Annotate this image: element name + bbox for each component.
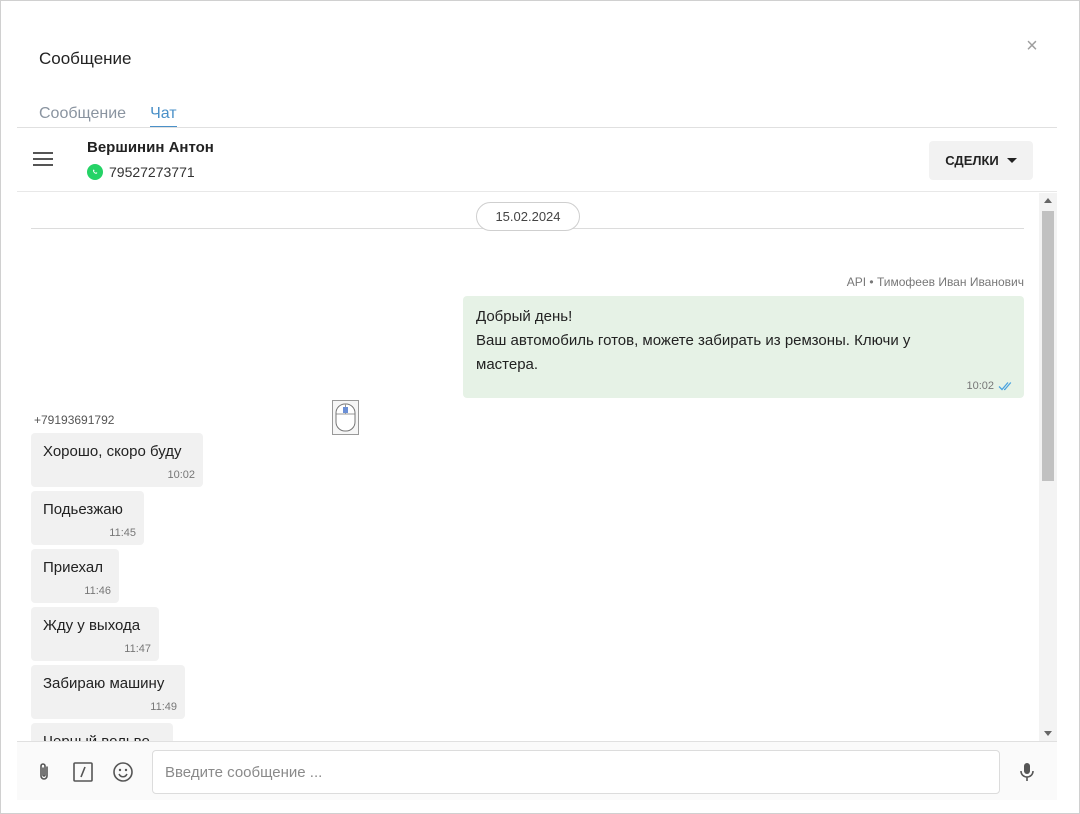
incoming-message: Хорошо, скоро буду 10:02 <box>31 433 203 487</box>
tab-bar: Сообщение Чат <box>39 105 177 128</box>
message-time: 11:47 <box>124 643 151 655</box>
incoming-message: Забираю машину 11:49 <box>31 665 185 719</box>
mouse-cursor-icon <box>332 400 359 435</box>
outgoing-line: мастера. <box>476 356 539 373</box>
tab-chat[interactable]: Чат <box>150 105 177 128</box>
incoming-message: Подьезжаю 11:45 <box>31 491 144 545</box>
message-list: 15.02.2024 API • Тимофеев Иван Иванович … <box>17 193 1057 741</box>
message-input[interactable] <box>152 750 1000 794</box>
close-button[interactable]: × <box>1021 35 1043 57</box>
contact-name: Вершинин Антон <box>87 139 214 156</box>
scroll-up-arrow-icon[interactable] <box>1044 198 1052 203</box>
contact-phone: 79527273771 <box>109 164 195 180</box>
whatsapp-icon <box>87 164 103 180</box>
date-badge: 15.02.2024 <box>476 202 580 231</box>
dialog-title: Сообщение <box>39 49 132 68</box>
paperclip-icon[interactable] <box>33 761 55 783</box>
caret-down-icon <box>1006 158 1017 163</box>
close-icon: × <box>1026 35 1038 57</box>
incoming-message: Черный вольво <box>31 723 173 741</box>
message-dialog: Сообщение × Сообщение Чат Вершинин Антон… <box>0 0 1080 814</box>
outgoing-line: Ваш автомобиль готов, можете забирать из… <box>476 332 911 349</box>
incoming-sender-label: +79193691792 <box>34 413 115 427</box>
hamburger-menu-icon[interactable] <box>33 152 53 168</box>
message-time: 10:02 <box>966 380 994 392</box>
tab-message[interactable]: Сообщение <box>39 105 126 128</box>
outgoing-message-meta: 10:02 <box>966 380 1016 392</box>
incoming-message: Приехал 11:46 <box>31 549 119 603</box>
message-time: 10:02 <box>167 469 195 481</box>
incoming-message-text: Забираю машину <box>43 675 165 692</box>
scrollbar-thumb[interactable] <box>1042 211 1054 481</box>
chat-panel: Вершинин Антон 79527273771 СДЕЛКИ 15.02.… <box>17 127 1057 800</box>
scroll-down-arrow-icon[interactable] <box>1044 731 1052 736</box>
outgoing-sender-label: API • Тимофеев Иван Иванович <box>846 275 1024 289</box>
contact-phone-row: 79527273771 <box>87 164 195 180</box>
incoming-message-text: Подьезжаю <box>43 501 123 518</box>
chat-header: Вершинин Антон 79527273771 СДЕЛКИ <box>17 128 1057 192</box>
deals-dropdown-button[interactable]: СДЕЛКИ <box>929 141 1033 180</box>
outgoing-message-text: Добрый день! Ваш автомобиль готов, может… <box>476 305 910 377</box>
message-composer <box>17 741 1057 800</box>
double-check-icon <box>998 382 1012 391</box>
incoming-message: Жду у выхода 11:47 <box>31 607 159 661</box>
message-time: 11:49 <box>150 701 177 713</box>
incoming-message-text: Хорошо, скоро буду <box>43 443 182 460</box>
microphone-icon[interactable] <box>1016 761 1038 783</box>
incoming-message-text: Черный вольво <box>43 733 150 741</box>
quick-command-icon[interactable] <box>72 761 94 783</box>
emoji-icon[interactable] <box>112 761 134 783</box>
message-list-scrollbar[interactable] <box>1039 193 1057 741</box>
incoming-message-text: Приехал <box>43 559 103 576</box>
message-time: 11:46 <box>84 585 111 597</box>
outgoing-message: Добрый день! Ваш автомобиль готов, может… <box>463 296 1024 398</box>
deals-button-label: СДЕЛКИ <box>945 153 999 168</box>
outgoing-line: Добрый день! <box>476 308 573 325</box>
message-time: 11:45 <box>109 527 136 539</box>
incoming-message-text: Жду у выхода <box>43 617 141 634</box>
